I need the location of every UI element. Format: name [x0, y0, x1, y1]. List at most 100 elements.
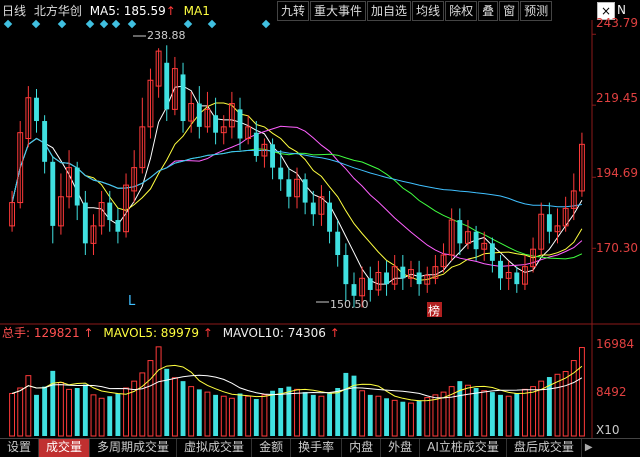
event-diamond-icon — [111, 19, 121, 29]
volume-bar — [530, 386, 537, 437]
volume-bar — [261, 394, 268, 437]
tab-after-hours-volume[interactable]: 盘后成交量 — [507, 439, 582, 457]
l-marker: L — [128, 294, 136, 309]
tab-multi-period-volume[interactable]: 多周期成交量 — [90, 439, 178, 457]
candle-body — [107, 202, 113, 221]
event-diamond-icon — [99, 19, 109, 29]
volume-bar — [9, 392, 16, 437]
candle-body — [473, 231, 479, 250]
candle-body — [50, 161, 56, 226]
volume-bar — [74, 388, 80, 436]
volume-bar — [139, 372, 146, 437]
volume-bar — [220, 395, 227, 437]
volume-bar — [473, 388, 479, 436]
volume-bar — [204, 391, 211, 437]
price-tick-2: 219.45 — [596, 91, 638, 105]
event-diamond-icon — [127, 19, 137, 29]
volume-bar — [465, 384, 471, 437]
volume-bar — [359, 390, 366, 437]
tab-virtual-volume[interactable]: 虚拟成交量 — [177, 439, 253, 457]
tab-inner-volume[interactable]: 内盘 — [342, 439, 382, 457]
candle-body — [164, 62, 170, 110]
stock-chart-window: 日线 北方华创 MA5: 185.59↑ MA1 九转 重大事件 加自选 均线 … — [0, 0, 640, 457]
event-diamond-icon — [31, 19, 41, 29]
volume-bar — [335, 388, 341, 436]
volume-bar — [367, 394, 373, 436]
candle-body — [237, 109, 243, 139]
volume-bar — [188, 386, 195, 437]
volume-bar — [505, 395, 512, 437]
volume-tick-2: 8492 — [596, 385, 627, 399]
tab-amount[interactable]: 金额 — [252, 439, 292, 457]
volume-bar — [155, 346, 162, 437]
mavol5: MAVOL5: 89979 ↑ — [103, 326, 212, 340]
volume-bar — [270, 390, 276, 436]
price-volume-chart[interactable]: 243.79 219.45 194.69 170.30 16984 8492 X… — [0, 0, 640, 438]
volume-bar — [213, 394, 219, 436]
volume-bar — [57, 382, 64, 437]
volume-bar — [514, 393, 520, 436]
volume-bar — [391, 399, 398, 437]
volume-bar — [400, 401, 406, 436]
volume-unit: X10 — [596, 423, 620, 437]
price-tick-4: 170.30 — [596, 241, 638, 255]
candle-body — [351, 284, 357, 296]
indicator-tabs: 设置 成交量 多周期成交量 虚拟成交量 金额 换手率 内盘 外盘 AI立桩成交量… — [0, 438, 640, 457]
settings-tab[interactable]: 设置 — [0, 439, 40, 457]
event-diamond-icon — [3, 19, 13, 29]
candle-body — [278, 167, 284, 180]
volume-bar — [25, 375, 32, 437]
tab-volume[interactable]: 成交量 — [39, 439, 91, 457]
total-volume-label: 总手: 129821 — [2, 326, 80, 340]
rank-badge[interactable]: 榜 — [428, 303, 440, 318]
mavol10: MAVOL10: 74306 ↑ — [223, 326, 340, 340]
event-diamond-icon — [207, 19, 217, 29]
candle-body — [270, 144, 276, 168]
mavol10-label: MAVOL10: 74306 — [222, 326, 326, 340]
event-diamond-icon — [85, 19, 95, 29]
volume-header: 总手: 129821 ↑ MAVOL5: 89979 ↑ MAVOL10: 74… — [2, 326, 340, 340]
volume-bar — [171, 377, 178, 437]
tabs-more-icon[interactable]: ▶ — [582, 439, 596, 457]
candle-body — [367, 278, 373, 290]
price-tick-1: 243.79 — [596, 16, 638, 30]
candle-body — [253, 132, 259, 156]
candle-body — [327, 202, 333, 232]
volume-bar — [147, 360, 154, 437]
volume-bar — [384, 398, 389, 436]
volume-bar — [578, 347, 585, 437]
up-arrow-icon: ↑ — [329, 326, 340, 340]
volume-bar — [245, 395, 252, 437]
candle-body — [498, 260, 503, 279]
volume-bar — [432, 394, 439, 437]
tab-outer-volume[interactable]: 外盘 — [381, 439, 421, 457]
volume-bar — [318, 395, 325, 437]
volume-bar — [50, 370, 56, 436]
volume-bar — [17, 387, 24, 437]
volume-average-lines — [11, 364, 583, 402]
low-annotation: 150.50 — [330, 298, 369, 311]
candle-body — [457, 220, 463, 244]
price-tick-3: 194.69 — [596, 166, 638, 180]
volume-bar — [562, 371, 569, 437]
candlesticks — [9, 45, 585, 308]
up-arrow-icon: ↑ — [83, 326, 94, 340]
volume-bar — [42, 386, 48, 436]
candle-body — [416, 272, 422, 285]
total-volume: 总手: 129821 ↑ — [2, 326, 94, 340]
candle-body — [302, 179, 308, 203]
volume-bar — [481, 390, 488, 437]
volume-bar — [498, 394, 503, 436]
volume-bar — [375, 395, 382, 437]
mavol5-line — [11, 364, 583, 402]
candle-body — [115, 220, 121, 232]
event-diamond-icon — [183, 19, 193, 29]
volume-bar — [278, 388, 284, 436]
candle-body — [489, 243, 495, 261]
tab-ai-volume[interactable]: AI立桩成交量 — [420, 439, 507, 457]
candle-body — [343, 255, 349, 285]
tab-turnover[interactable]: 换手率 — [291, 439, 343, 457]
volume-bar — [302, 392, 308, 436]
volume-bar — [457, 381, 463, 436]
event-markers — [3, 19, 271, 29]
